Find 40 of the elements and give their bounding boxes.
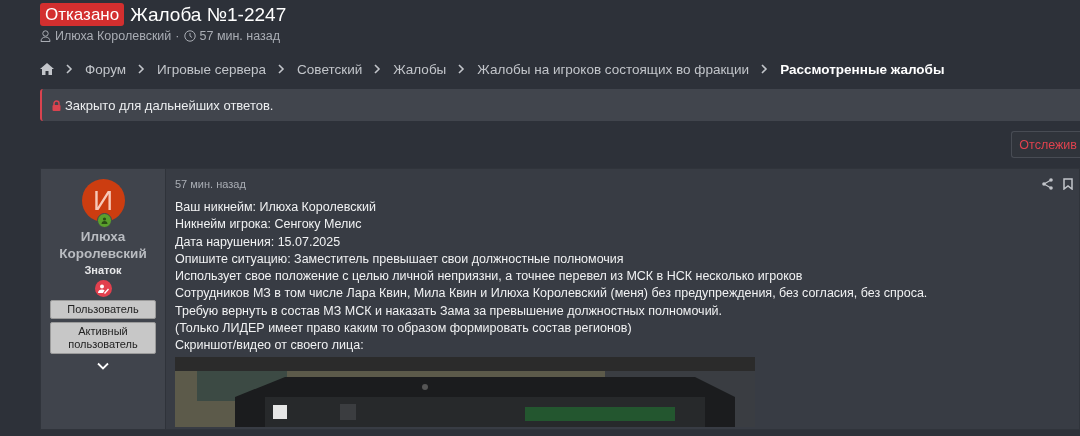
author-link[interactable]: Илюха Королевский xyxy=(55,29,172,43)
post-text-line: Использует свое положение с целью личной неприязни, а точнее перевел из МСК в НСК несколько игроков xyxy=(175,268,804,286)
post-text-line: Скриншот/видео от своего лица: xyxy=(175,337,365,355)
separator-dot: · xyxy=(175,29,180,43)
status-badge: Отказано xyxy=(40,2,125,26)
breadcrumb-link[interactable]: Форум xyxy=(85,61,126,77)
user-banner: Активный пользователь xyxy=(50,322,156,354)
post-text-line: Никнейм игрока: Сенгоку Мелис xyxy=(175,216,363,234)
post-text-line: Опишите ситуацию: Заместитель превышает свои должностные полномочия xyxy=(175,250,625,268)
home-icon[interactable] xyxy=(40,63,54,75)
user-banner: Пользователь xyxy=(50,300,156,319)
breadcrumb-link[interactable]: Советский xyxy=(297,61,363,77)
post-text-line: Ваш никнейм: Илюха Королевский xyxy=(175,199,377,216)
user-name[interactable]: Илюха Королевский xyxy=(53,228,153,262)
lock-icon xyxy=(52,99,61,111)
chevron-right-icon xyxy=(761,64,769,74)
user-icon xyxy=(40,30,51,42)
post-text-line: Дата нарушения: 15.07.2025 xyxy=(175,233,342,251)
breadcrumb-link[interactable]: Жалобы на игроков состоящих во фракции xyxy=(477,61,750,77)
post-text-line: Сотрудников МЗ в том числе Лара Квин, Мила Квин и Илюха Королевский (меня) без предупреждения, без согласия, без спроса. xyxy=(175,285,929,303)
chevron-right-icon xyxy=(458,64,466,74)
share-icon[interactable] xyxy=(1042,178,1053,190)
breadcrumb-link[interactable]: Жалобы xyxy=(393,61,447,77)
chevron-right-icon xyxy=(138,64,145,74)
clock-icon xyxy=(183,30,196,42)
user-badge-icon xyxy=(94,280,112,297)
post-text-line: Требую вернуть в состав МЗ МСК и наказать Зама за превышение должностных полномочий. xyxy=(175,302,724,320)
expand-chevron-icon[interactable] xyxy=(97,362,109,370)
post-text-line: (Только ЛИДЕР имеет право каким то образом формировать состав регионов) xyxy=(175,320,633,338)
bookmark-icon[interactable] xyxy=(1063,178,1073,190)
breadcrumb-link[interactable]: Игровые сервера xyxy=(157,61,267,77)
post-time: 57 мин. назад xyxy=(175,178,246,190)
chevron-right-icon xyxy=(278,64,286,74)
user-title: Знаток xyxy=(84,264,122,276)
notice-text: Закрыто для дальнейших ответов. xyxy=(65,97,274,113)
breadcrumb-link[interactable]: Рассмотренные жалобы xyxy=(780,61,945,77)
post-time: 57 мин. назад xyxy=(199,29,280,43)
chevron-right-icon xyxy=(66,64,73,74)
thread-title: Жалоба №1-2247 xyxy=(130,2,287,26)
chevron-right-icon xyxy=(374,64,382,74)
